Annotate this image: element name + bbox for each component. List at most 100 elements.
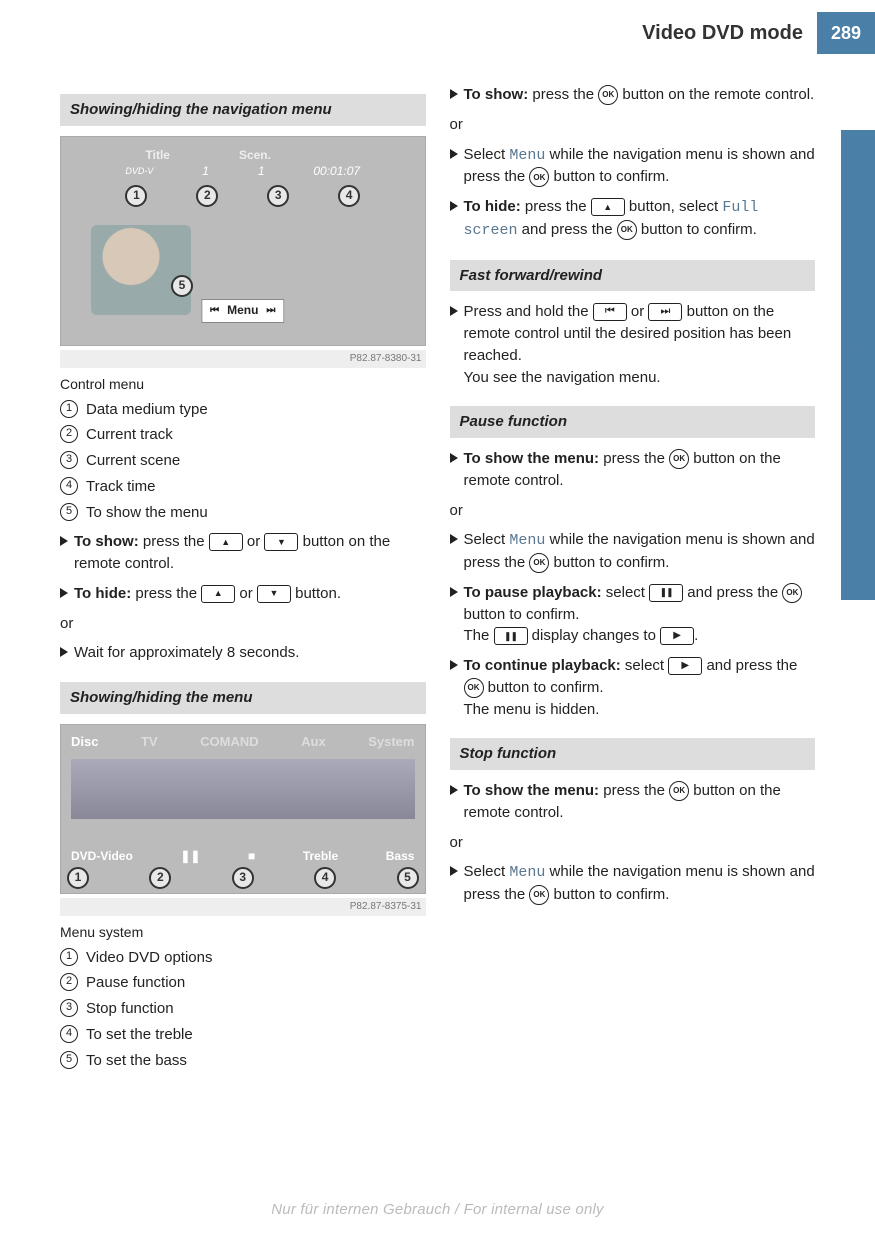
side-tab-text: Rear Seat Entertainment System xyxy=(841,210,870,519)
list-item: 3Stop function xyxy=(60,998,426,1020)
list-item: 2Pause function xyxy=(60,972,426,994)
ok-button-icon xyxy=(617,220,637,240)
step-ffrw: Press and hold the or button on the remo… xyxy=(450,301,816,388)
up-button-icon xyxy=(209,533,243,551)
section-heading-ffrw: Fast forward/rewind xyxy=(450,260,816,292)
step-to-show-r: To show: press the button on the remote … xyxy=(450,84,816,106)
fig2-pin-2: 2 xyxy=(149,867,171,889)
step-pause-playback: To pause playback: select and press the … xyxy=(450,582,816,647)
menu-keyword: Menu xyxy=(509,147,545,164)
fig2-bot-bass: Bass xyxy=(386,848,415,865)
fig1-val-title: 1 xyxy=(202,163,209,180)
callout-5: 5 xyxy=(60,503,78,521)
step-to-hide: To hide: press the or button. xyxy=(60,583,426,605)
callout-1: 1 xyxy=(60,948,78,966)
fig2-pin-1: 1 xyxy=(67,867,89,889)
fig1-pin-1: 1 xyxy=(125,185,147,207)
fig1-label-scen: Scen. xyxy=(239,147,271,164)
or-text: or xyxy=(450,500,816,522)
bullet-icon xyxy=(450,306,458,316)
fig2-bot-dvdvideo: DVD-Video xyxy=(71,848,133,865)
figure-menu-system: Disc TV COMAND Aux System DVD-Video ❚❚ ■… xyxy=(60,724,426,894)
next-icon: ⏭ xyxy=(266,304,275,319)
callout-1: 1 xyxy=(60,400,78,418)
fig2-tab-aux: Aux xyxy=(301,733,326,752)
list-item: 1Data medium type xyxy=(60,399,426,421)
fig2-bot-pause: ❚❚ xyxy=(180,848,200,865)
fig1-label-title: Title xyxy=(146,147,170,164)
ok-button-icon xyxy=(529,553,549,573)
step-wait: Wait for approximately 8 seconds. xyxy=(60,642,426,664)
bullet-icon xyxy=(60,647,68,657)
fig1-pin-2: 2 xyxy=(196,185,218,207)
header-title: Video DVD mode xyxy=(642,19,817,48)
or-text: or xyxy=(450,832,816,854)
bullet-icon xyxy=(450,534,458,544)
ok-button-icon xyxy=(529,167,549,187)
fig2-tab-comand: COMAND xyxy=(200,733,259,752)
section-heading-menu: Showing/hiding the menu xyxy=(60,682,426,714)
fig2-pin-4: 4 xyxy=(314,867,336,889)
section-heading-pause: Pause function xyxy=(450,406,816,438)
ok-button-icon xyxy=(598,85,618,105)
step-select-menu: Select Menu while the navigation menu is… xyxy=(450,144,816,189)
fig2-bot-treble: Treble xyxy=(303,848,338,865)
bullet-icon xyxy=(450,866,458,876)
step-stop-showmenu: To show the menu: press the button on th… xyxy=(450,780,816,824)
fig2-ref: P82.87-8375-31 xyxy=(60,898,426,917)
step-pause-showmenu: To show the menu: press the button on th… xyxy=(450,448,816,492)
list-item: 1Video DVD options xyxy=(60,947,426,969)
side-tab: Rear Seat Entertainment System xyxy=(835,130,875,600)
bullet-icon xyxy=(450,149,458,159)
callout-3: 3 xyxy=(60,451,78,469)
callout-2: 2 xyxy=(60,973,78,991)
menu-keyword: Menu xyxy=(509,532,545,549)
ok-button-icon xyxy=(669,449,689,469)
fig2-pin-5: 5 xyxy=(397,867,419,889)
list-item: 2Current track xyxy=(60,424,426,446)
fig1-photo xyxy=(91,225,191,315)
fig2-tab-tv: TV xyxy=(141,733,158,752)
pause-button-icon xyxy=(494,627,528,645)
callout-2: 2 xyxy=(60,425,78,443)
bullet-icon xyxy=(450,785,458,795)
figure-control-menu: Title Scen. DVD-V 1 1 00:01:07 1 2 3 4 xyxy=(60,136,426,346)
bullet-icon xyxy=(450,453,458,463)
skip-next-button-icon xyxy=(648,303,682,321)
ok-button-icon xyxy=(464,678,484,698)
callout-4: 4 xyxy=(60,477,78,495)
up-button-icon xyxy=(201,585,235,603)
fig1-val-time: 00:01:07 xyxy=(313,163,360,180)
bullet-icon xyxy=(450,89,458,99)
list-item: 4Track time xyxy=(60,476,426,498)
callout-5: 5 xyxy=(60,1051,78,1069)
list-item: 4To set the treble xyxy=(60,1024,426,1046)
callout-4: 4 xyxy=(60,1025,78,1043)
fig2-pin-3: 3 xyxy=(232,867,254,889)
fig1-menu-bar: ⏮ Menu ⏭ xyxy=(201,299,284,322)
ok-button-icon xyxy=(669,781,689,801)
left-column: Showing/hiding the navigation menu Title… xyxy=(60,76,426,1075)
page-header: Video DVD mode 289 xyxy=(60,0,875,66)
list-item: 3Current scene xyxy=(60,450,426,472)
menu-system-list: 1Video DVD options 2Pause function 3Stop… xyxy=(60,947,426,1072)
menu-keyword: Menu xyxy=(509,864,545,881)
fig2-bot-stop: ■ xyxy=(248,848,255,865)
fig2-video-area xyxy=(71,759,415,819)
or-text: or xyxy=(60,613,426,635)
bullet-icon xyxy=(450,587,458,597)
skip-prev-button-icon xyxy=(593,303,627,321)
ok-button-icon xyxy=(782,583,802,603)
fig2-caption: Menu system xyxy=(60,922,426,942)
bullet-icon xyxy=(450,201,458,211)
fig2-tab-system: System xyxy=(368,733,414,752)
down-button-icon xyxy=(264,533,298,551)
right-column: To show: press the button on the remote … xyxy=(450,76,816,1075)
down-button-icon xyxy=(257,585,291,603)
bullet-icon xyxy=(60,588,68,598)
bullet-icon xyxy=(450,660,458,670)
step-stop-selectmenu: Select Menu while the navigation menu is… xyxy=(450,861,816,906)
fig1-ref: P82.87-8380-31 xyxy=(60,350,426,369)
section-heading-navmenu: Showing/hiding the navigation menu xyxy=(60,94,426,126)
fig2-tab-disc: Disc xyxy=(71,733,98,752)
